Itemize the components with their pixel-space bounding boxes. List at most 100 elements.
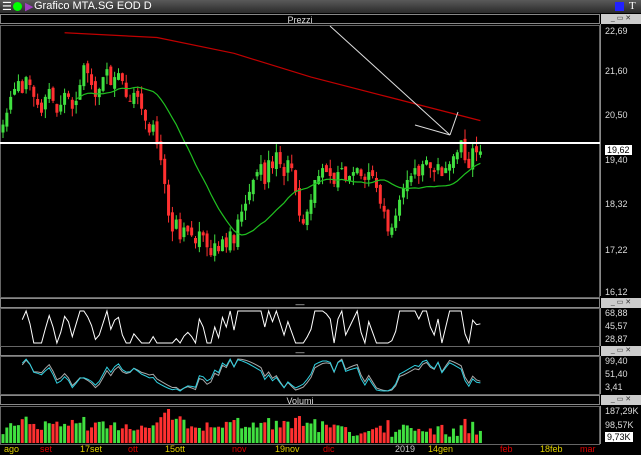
tick-label: 22,69: [605, 26, 628, 36]
volume-bar: [78, 422, 82, 443]
candle-body: [278, 152, 282, 165]
candle-body: [16, 81, 20, 92]
candle-body: [93, 81, 97, 97]
volume-bar: [113, 422, 117, 443]
volume-bar: [471, 421, 475, 443]
volume-bar: [155, 422, 159, 443]
volume-bar: [140, 425, 144, 443]
tick-label: 19,40: [605, 155, 628, 165]
volume-bar: [421, 431, 425, 443]
candle-body: [43, 96, 47, 110]
volume-bar: [32, 423, 36, 443]
volume-bar: [313, 419, 317, 443]
candle-body: [105, 69, 109, 76]
osc2-signal-line: [21, 358, 481, 392]
candle-body: [421, 164, 425, 176]
candle-body: [394, 215, 398, 228]
candle-body: [13, 88, 17, 95]
panel-window-buttons[interactable]: _ ▭ ✕: [601, 346, 641, 356]
candle-body: [86, 63, 90, 74]
volume-bar: [328, 427, 332, 443]
volume-bar: [244, 426, 248, 443]
volume-bar: [59, 426, 63, 443]
volume-bar: [120, 428, 124, 443]
candle-body: [259, 164, 263, 175]
panel-window-buttons[interactable]: _ ▭ ✕: [601, 395, 641, 405]
volume-bar: [371, 429, 375, 443]
volume-bar: [305, 422, 309, 443]
time-axis-label: nov: [232, 444, 247, 454]
candle-body: [455, 152, 459, 160]
osc2-axis: 99,40 51,40 3,41: [600, 356, 641, 394]
candle-body: [28, 79, 32, 86]
volume-bar: [97, 421, 101, 443]
volume-bar: [186, 428, 190, 443]
volume-bar: [351, 435, 355, 443]
price-axis: 22,69 21,60 20,50 19,40 18,32 17,22 16,1…: [600, 24, 641, 297]
tick-label: 28,87: [605, 334, 628, 344]
volume-bar: [340, 426, 344, 443]
volume-bar: [324, 424, 328, 443]
candle-body: [220, 239, 224, 252]
candle-body: [267, 160, 271, 183]
volume-bar: [386, 420, 390, 443]
candle-body: [167, 184, 171, 216]
text-tool-icon[interactable]: T: [629, 0, 636, 12]
volume-bar: [317, 432, 321, 443]
volume-bar: [147, 427, 151, 443]
panel-window-buttons[interactable]: _ ▭ ✕: [601, 14, 641, 24]
candle-body: [201, 232, 205, 236]
candle-body: [413, 168, 417, 175]
volume-bar: [432, 434, 436, 443]
candle-body: [475, 146, 479, 153]
candle-body: [297, 188, 301, 216]
candle-body: [247, 191, 251, 201]
candle-body: [374, 177, 378, 188]
volume-bar: [355, 435, 359, 443]
volume-bar: [174, 418, 178, 443]
volume-bar: [143, 427, 147, 443]
candle-body: [340, 168, 344, 170]
tick-label: 3,41: [605, 382, 623, 392]
volume-bar: [178, 416, 182, 443]
chart-area[interactable]: [0, 0, 600, 455]
volume-bar: [428, 428, 432, 443]
volume-bar: [66, 425, 70, 443]
volume-bar: [16, 425, 20, 443]
tick-label: 18,32: [605, 199, 628, 209]
panel-window-buttons[interactable]: _ ▭ ✕: [601, 298, 641, 308]
volume-bar: [124, 424, 128, 443]
candle-body: [63, 92, 67, 105]
panel-border: [0, 25, 600, 298]
candle-body: [432, 170, 436, 173]
volume-bar: [251, 422, 255, 443]
volume-bar: [448, 436, 452, 443]
tick-label: 21,60: [605, 66, 628, 76]
volume-bar: [401, 424, 405, 443]
volume-bar: [159, 417, 163, 443]
candle-body: [294, 170, 298, 192]
candle-body: [151, 124, 155, 132]
time-axis-label: 14gen: [428, 444, 454, 454]
volume-bar: [201, 430, 205, 443]
volume-bar: [28, 424, 32, 443]
candle-body: [301, 219, 305, 224]
candle-body: [382, 205, 386, 212]
volume-bar: [240, 428, 244, 443]
volume-bar: [282, 420, 286, 443]
candle-body: [321, 168, 325, 178]
candle-body: [332, 172, 336, 184]
tick-label: 20,50: [605, 110, 628, 120]
volume-bar: [5, 427, 9, 443]
candle-body: [24, 77, 28, 90]
volume-bar: [151, 425, 155, 443]
time-axis-label: ago: [4, 444, 20, 454]
volume-bar: [51, 423, 55, 443]
volume-bar: [455, 435, 459, 443]
color-icon[interactable]: [615, 2, 624, 11]
volume-bar: [436, 426, 440, 443]
candle-body: [309, 199, 313, 214]
volume-bar: [128, 429, 132, 443]
candle-body: [378, 185, 382, 204]
volume-bar: [182, 419, 186, 443]
